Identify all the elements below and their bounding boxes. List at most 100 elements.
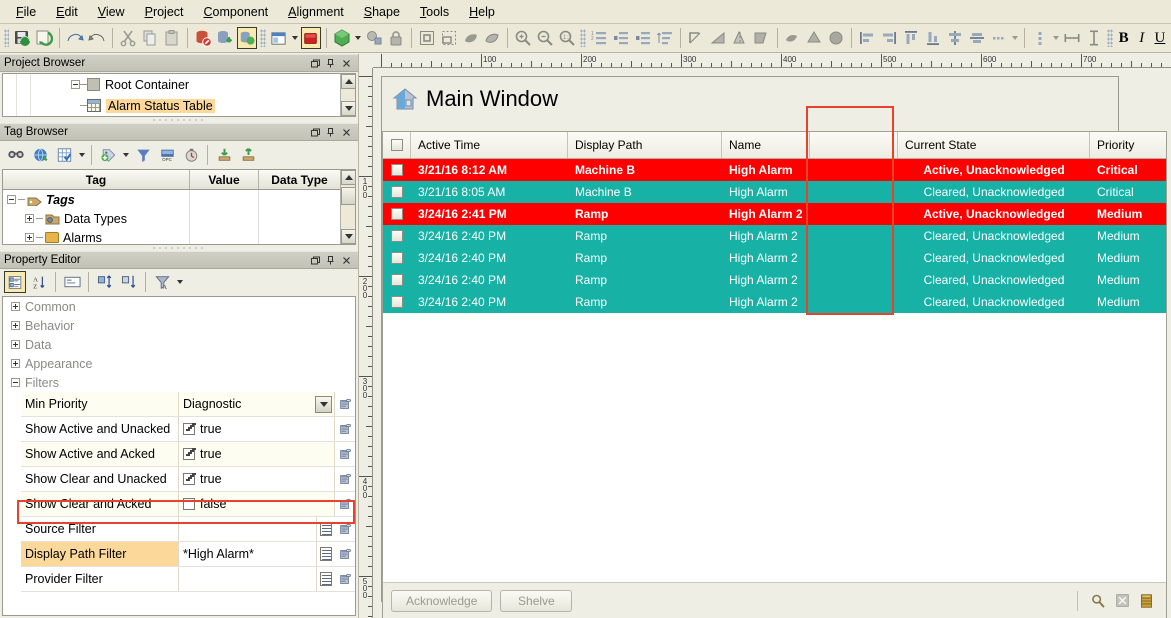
- table-row[interactable]: 3/21/16 8:05 AMMachine BHigh AlarmCleare…: [383, 181, 1166, 203]
- bold-icon[interactable]: B: [1115, 27, 1133, 49]
- new-window-icon[interactable]: [269, 27, 289, 49]
- edit-text-icon[interactable]: [317, 542, 335, 566]
- italic-icon[interactable]: I: [1133, 27, 1151, 49]
- tree-expand-toggle[interactable]: [25, 214, 34, 223]
- project-browser-tree[interactable]: Root Container Alarm Status Table: [2, 73, 356, 117]
- scroll-thumb[interactable]: [341, 187, 356, 205]
- property-row-provider-filter[interactable]: Provider Filter: [21, 567, 355, 592]
- horizontal-size-icon[interactable]: [1062, 27, 1082, 49]
- property-value-container[interactable]: [179, 517, 317, 541]
- rotate-icon[interactable]: [686, 27, 706, 49]
- restore-icon[interactable]: [307, 253, 322, 267]
- acknowledge-button[interactable]: Acknowledge: [391, 590, 492, 612]
- toolbar-grip[interactable]: [1107, 29, 1112, 47]
- package-icon[interactable]: [332, 27, 352, 49]
- collapse-all-icon[interactable]: [118, 271, 140, 293]
- resize-icon[interactable]: [439, 27, 459, 49]
- close-icon[interactable]: [339, 56, 354, 70]
- align-left-icon[interactable]: [857, 27, 877, 49]
- sort-icon[interactable]: [655, 27, 675, 49]
- column-header-name[interactable]: Name: [722, 132, 810, 158]
- copy-icon[interactable]: [140, 27, 160, 49]
- property-value-container[interactable]: true: [179, 417, 335, 441]
- outdent-icon[interactable]: [611, 27, 631, 49]
- tree-expand-toggle[interactable]: [11, 302, 20, 311]
- property-value-container[interactable]: true: [179, 467, 335, 491]
- column-header-active-time[interactable]: Active Time: [411, 132, 568, 158]
- stop-icon[interactable]: [301, 27, 321, 49]
- property-row-show-clear-unacked[interactable]: Show Clear and Unacked true: [21, 467, 355, 492]
- property-row-min-priority[interactable]: Min Priority Diagnostic: [21, 392, 355, 417]
- column-header-current-state[interactable]: Current State: [898, 132, 1090, 158]
- table-row[interactable]: 3/24/16 2:40 PMRampHigh Alarm 2Cleared, …: [383, 269, 1166, 291]
- binding-icon[interactable]: [335, 442, 355, 466]
- checkbox[interactable]: [183, 498, 195, 510]
- checkbox[interactable]: [391, 252, 403, 264]
- menu-item-help[interactable]: Help: [459, 2, 505, 22]
- categorized-view-icon[interactable]: [4, 271, 26, 293]
- column-header-priority[interactable]: Priority: [1090, 132, 1166, 158]
- scroll-down-button[interactable]: [341, 229, 356, 244]
- edit-text-icon[interactable]: [317, 567, 335, 591]
- tree-row-alarm-status-table[interactable]: Alarm Status Table: [3, 95, 340, 116]
- property-row-show-clear-acked[interactable]: Show Clear and Acked false: [21, 492, 355, 517]
- menu-item-file[interactable]: FFileile: [6, 2, 46, 22]
- table-row[interactable]: 3/24/16 2:40 PMRampHigh Alarm 2Cleared, …: [383, 291, 1166, 313]
- property-value-container[interactable]: Diagnostic: [179, 392, 335, 416]
- shape-subtract-icon[interactable]: [483, 27, 503, 49]
- row-checkbox-cell[interactable]: [383, 247, 411, 269]
- database-down-icon[interactable]: [215, 27, 235, 49]
- menu-item-component[interactable]: Component: [194, 2, 279, 22]
- preview-icon[interactable]: [364, 27, 384, 49]
- property-value-container[interactable]: [179, 567, 317, 591]
- checkbox[interactable]: [391, 230, 403, 242]
- search-icon[interactable]: [1087, 590, 1109, 612]
- close-icon[interactable]: [339, 253, 354, 267]
- flip-icon[interactable]: [708, 27, 728, 49]
- vertical-dots-icon[interactable]: [1030, 27, 1050, 49]
- tag-row-data-types[interactable]: Data Types: [3, 209, 340, 228]
- binding-icon[interactable]: [335, 517, 355, 541]
- align-center-h-icon[interactable]: [945, 27, 965, 49]
- checkbox[interactable]: [391, 208, 403, 220]
- chevron-down-icon[interactable]: [290, 27, 300, 49]
- checkbox[interactable]: [391, 274, 403, 286]
- chevron-down-icon[interactable]: [353, 27, 363, 49]
- shape-b-icon[interactable]: [804, 27, 824, 49]
- import-icon[interactable]: [213, 144, 235, 166]
- select-all-checkbox-header[interactable]: [383, 132, 411, 158]
- shape-union-icon[interactable]: [461, 27, 481, 49]
- property-row-show-active-unacked[interactable]: Show Active and Unacked true: [21, 417, 355, 442]
- property-row-source-filter[interactable]: Source Filter: [21, 517, 355, 542]
- tag-row-alarms[interactable]: Alarms: [3, 228, 340, 244]
- toolbar-grip[interactable]: [580, 29, 585, 47]
- tree-expand-toggle[interactable]: [11, 359, 20, 368]
- row-checkbox-cell[interactable]: [383, 269, 411, 291]
- lock-icon[interactable]: [386, 27, 406, 49]
- toolbar-grip[interactable]: [4, 29, 9, 47]
- table-row[interactable]: 3/21/16 8:12 AMMachine BHigh AlarmActive…: [383, 159, 1166, 181]
- zoom-in-icon[interactable]: [513, 27, 533, 49]
- binding-icon[interactable]: [335, 417, 355, 441]
- column-header-blank[interactable]: [810, 132, 898, 158]
- menu-item-view[interactable]: View: [88, 2, 135, 22]
- select-all-icon[interactable]: [417, 27, 437, 49]
- main-window-frame[interactable]: Main Window Active Time Display Path Nam…: [381, 76, 1119, 602]
- shape-a-icon[interactable]: [782, 27, 802, 49]
- tree-expand-toggle[interactable]: [25, 233, 34, 242]
- chevron-down-icon[interactable]: [120, 144, 131, 166]
- property-group-common[interactable]: Common: [3, 297, 355, 316]
- alarm-status-table-component[interactable]: Active Time Display Path Name Current St…: [382, 131, 1167, 618]
- database-disabled-icon[interactable]: [193, 27, 213, 49]
- tree-expand-toggle[interactable]: [7, 195, 16, 204]
- menu-item-alignment[interactable]: Alignment: [278, 2, 354, 22]
- align-bottom-icon[interactable]: [923, 27, 943, 49]
- vertical-size-icon[interactable]: [1084, 27, 1104, 49]
- property-value-container[interactable]: *High Alarm*: [179, 542, 317, 566]
- tag-column-header-tag[interactable]: Tag: [3, 170, 190, 189]
- menu-item-shape[interactable]: Shape: [354, 2, 410, 22]
- toolbar-grip[interactable]: [260, 29, 265, 47]
- property-group-appearance[interactable]: Appearance: [3, 354, 355, 373]
- cut-icon[interactable]: [118, 27, 138, 49]
- shape-c-icon[interactable]: [826, 27, 846, 49]
